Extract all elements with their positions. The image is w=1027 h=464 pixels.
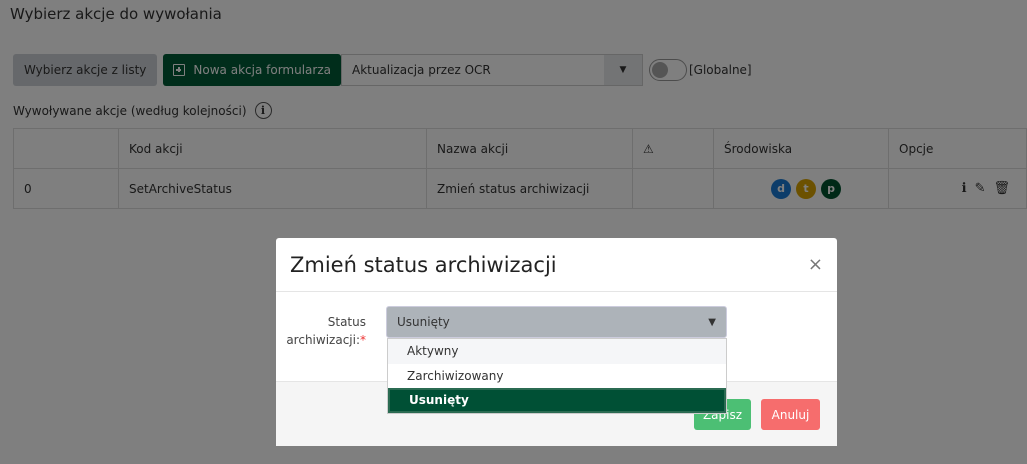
status-label-text: Status archiwizacji: (286, 315, 366, 347)
option-usuniety[interactable]: Usunięty (388, 388, 726, 413)
option-aktywny[interactable]: Aktywny (388, 339, 726, 364)
status-select[interactable]: Usunięty ▼ (386, 306, 727, 338)
required-marker: * (360, 333, 366, 347)
caret-down-icon: ▼ (708, 316, 716, 328)
modal-title: Zmień status archiwizacji (290, 252, 557, 277)
cancel-button[interactable]: Anuluj (761, 399, 820, 430)
status-dropdown-list: Aktywny Zarchiwizowany Usunięty (387, 338, 727, 414)
close-icon[interactable]: × (808, 254, 823, 275)
status-select-value: Usunięty (397, 315, 450, 329)
option-zarchiwizowany[interactable]: Zarchiwizowany (388, 364, 726, 389)
status-label: Status archiwizacji:* (286, 313, 366, 349)
